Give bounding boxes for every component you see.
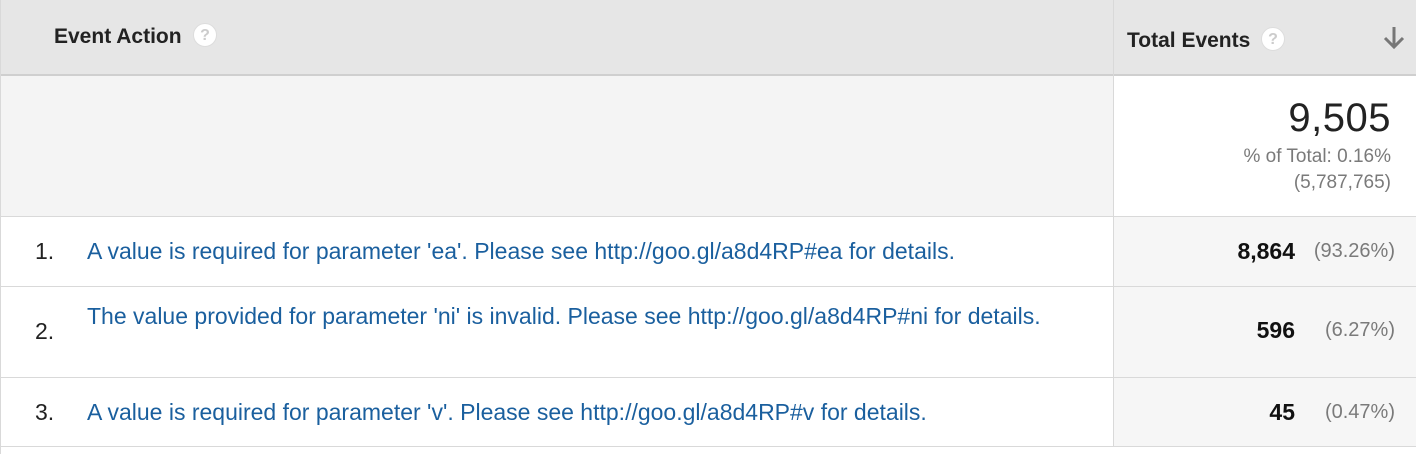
row-percent: (0.47%) (1324, 401, 1395, 423)
row-index: 3. (35, 399, 55, 425)
row-metric-cell: 45 (0.47%) (1114, 378, 1416, 446)
row-metric-cell: 596 (6.27%) (1114, 287, 1416, 377)
totals-row: 9,505 % of Total: 0.16% (5,787,765) (1, 76, 1416, 217)
row-metric-cell: 8,864 (93.26%) (1114, 217, 1416, 286)
totals-metric-cell: 9,505 % of Total: 0.16% (5,787,765) (1114, 76, 1416, 216)
row-percent: (93.26%) (1313, 240, 1395, 262)
table-row: 2. The value provided for parameter 'ni'… (1, 287, 1416, 378)
row-index: 2. (35, 318, 55, 344)
row-total-events: 596 (1256, 317, 1295, 343)
total-events-column-header[interactable]: Total Events (1127, 29, 1250, 53)
sort-descending-icon[interactable] (1381, 24, 1407, 52)
row-percent: (6.27%) (1324, 319, 1395, 341)
event-action-column-header[interactable]: Event Action (54, 25, 182, 49)
event-action-link[interactable]: A value is required for parameter 'ea'. … (87, 236, 1087, 266)
event-action-link[interactable]: The value provided for parameter 'ni' is… (87, 301, 1087, 331)
column-divider (1113, 0, 1114, 447)
absolute-total: (5,787,765) (1293, 172, 1391, 193)
report-table: Event Action ? Total Events ? 9,505 % of… (0, 0, 1416, 454)
percent-of-total: % of Total: 0.16% (1243, 146, 1391, 167)
table-row: 1. A value is required for parameter 'ea… (1, 217, 1416, 287)
total-events-value: 9,505 (1288, 96, 1391, 140)
row-total-events: 45 (1269, 399, 1295, 425)
event-action-help-icon[interactable]: ? (193, 23, 217, 47)
row-total-events: 8,864 (1237, 238, 1295, 264)
row-index: 1. (35, 238, 55, 264)
table-header: Event Action ? Total Events ? (1, 0, 1416, 76)
total-events-help-icon[interactable]: ? (1261, 27, 1285, 51)
event-action-link[interactable]: A value is required for parameter 'v'. P… (87, 397, 1087, 427)
table-row: 3. A value is required for parameter 'v'… (1, 378, 1416, 447)
